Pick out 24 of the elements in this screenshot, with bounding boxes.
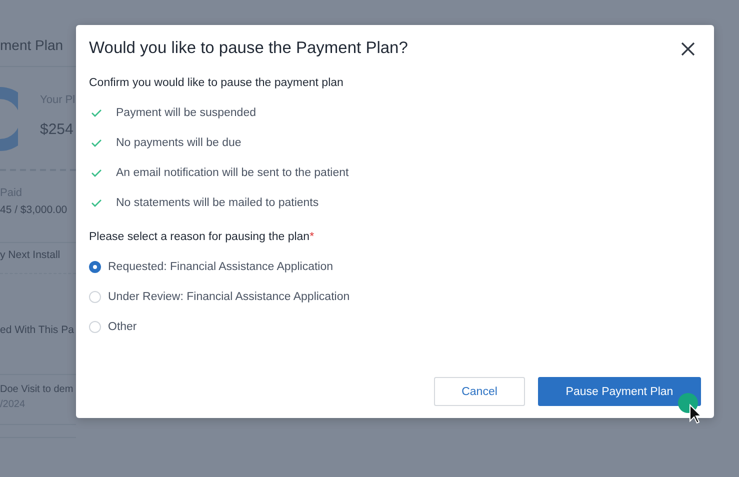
reason-option[interactable]: Requested: Financial Assistance Application: [108, 261, 334, 273]
consequence-text: Payment will be suspended: [116, 107, 256, 119]
check-icon: [91, 109, 102, 117]
consequence-text: No payments will be due: [116, 137, 242, 149]
reason-option[interactable]: Under Review: Financial Assistance Application: [108, 291, 350, 303]
check-icon: [91, 169, 102, 177]
consequence-text: No statements will be mailed to patients: [116, 197, 319, 209]
page-title: ment Plan: [0, 37, 64, 53]
cancel-button[interactable]: Cancel: [434, 377, 525, 406]
check-icon: [91, 139, 102, 147]
paid-value: 45 / $3,000.00: [0, 204, 68, 216]
reason-option[interactable]: Other: [108, 321, 137, 333]
reason-label: Please select a reason for pausing the plan*: [89, 231, 316, 243]
pause-button[interactable]: Pause Payment Plan: [538, 377, 701, 406]
plan-amount: $254: [40, 121, 74, 138]
check-icon: [91, 199, 102, 207]
consequence-text: An email notification will be sent to the patient: [116, 167, 349, 179]
section-heading: ed With This Pa: [0, 324, 75, 336]
close-icon[interactable]: [681, 42, 695, 56]
visit-name: Doe Visit to dem: [0, 384, 74, 395]
radio-button[interactable]: [89, 261, 101, 273]
dialog-intro: Confirm you would like to pause the payment plan: [89, 77, 344, 89]
dialog-title: Would you like to pause the Payment Plan?: [89, 39, 408, 58]
required-mark: *: [310, 231, 314, 243]
